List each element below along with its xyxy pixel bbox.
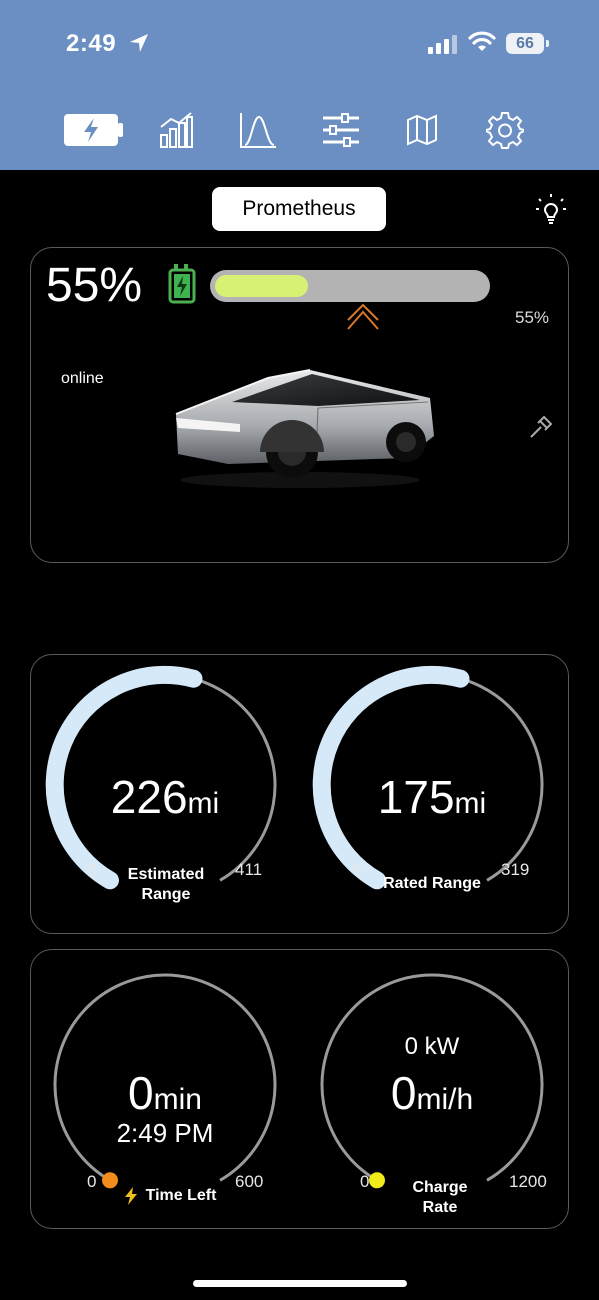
estimated-range-unit: mi [187, 787, 220, 820]
rated-range-unit: mi [454, 787, 487, 820]
home-indicator[interactable] [193, 1280, 407, 1287]
time-left-min: 0 [87, 1172, 97, 1191]
tab-controls[interactable] [322, 108, 360, 152]
charging-plug-icon [168, 264, 196, 304]
status-time: 2:49 [66, 30, 117, 57]
time-left-clock: 2:49 PM [116, 1118, 214, 1148]
tab-settings[interactable] [486, 108, 524, 152]
sliders-icon [323, 113, 359, 147]
charge-rate-label-line1: Charge [412, 1179, 468, 1196]
estimated-range-label-line1: Estimated [127, 866, 205, 883]
rated-range-value: 175mi [347, 770, 517, 824]
battery-level-fill [215, 275, 308, 297]
battery-nub [546, 40, 549, 47]
time-left-max: 600 [235, 1172, 264, 1191]
cellular-signal-icon [428, 35, 457, 54]
battery-percent: 55% [46, 259, 143, 312]
location-arrow-icon [130, 34, 148, 52]
time-left-number: 0 [128, 1067, 154, 1119]
charge-limit-chevron-icon[interactable] [345, 304, 381, 332]
charge-power: 0 kW [404, 1033, 460, 1060]
time-left-label-text: Time Left [145, 1187, 217, 1204]
charge-rate-label-line2: Rate [422, 1199, 458, 1216]
charge-rate-number: 0 [390, 1067, 417, 1119]
time-left-value: 0min [80, 1066, 250, 1120]
bar-chart-icon [160, 112, 193, 148]
tab-charge[interactable] [64, 108, 124, 152]
vehicle-name-button[interactable]: Prometheus [212, 187, 386, 231]
estimated-range-label: Estimated Range [96, 865, 236, 905]
time-left-unit: min [153, 1083, 202, 1116]
lightning-icon [124, 1187, 137, 1205]
wifi-icon [468, 31, 496, 51]
battery-status-badge: 66 [506, 33, 544, 54]
lightbulb-icon[interactable] [534, 192, 568, 226]
charge-battery-icon [64, 114, 123, 146]
estimated-range-label-line2: Range [141, 886, 191, 903]
charge-limit-percent: 55% [515, 308, 550, 327]
curve-chart-icon [240, 113, 276, 148]
estimated-range-value: 226mi [80, 770, 250, 824]
rated-range-max: 319 [501, 860, 530, 879]
tab-stats[interactable] [158, 108, 194, 152]
charge-rate-label: Charge Rate [370, 1178, 510, 1218]
map-icon [407, 114, 437, 146]
tab-curve[interactable] [238, 108, 278, 152]
rated-range-number: 175 [377, 771, 455, 823]
estimated-range-max: 411 [235, 860, 263, 879]
gear-icon [486, 112, 524, 149]
charge-rate-value: 0mi/h [347, 1066, 517, 1120]
vehicle-status: online [61, 370, 104, 387]
vehicle-image [175, 369, 434, 488]
tab-map[interactable] [406, 108, 438, 152]
wrench-icon[interactable] [528, 414, 554, 440]
app-header: 2:49 66 [0, 0, 599, 170]
rated-range-label: Rated Range [383, 875, 481, 892]
charge-rate-unit: mi/h [416, 1083, 474, 1116]
charge-rate-max: 1200 [509, 1172, 547, 1191]
time-left-label: Time Left [110, 1186, 230, 1206]
charge-rate-min: 0 [360, 1172, 370, 1191]
estimated-range-number: 226 [110, 771, 188, 823]
